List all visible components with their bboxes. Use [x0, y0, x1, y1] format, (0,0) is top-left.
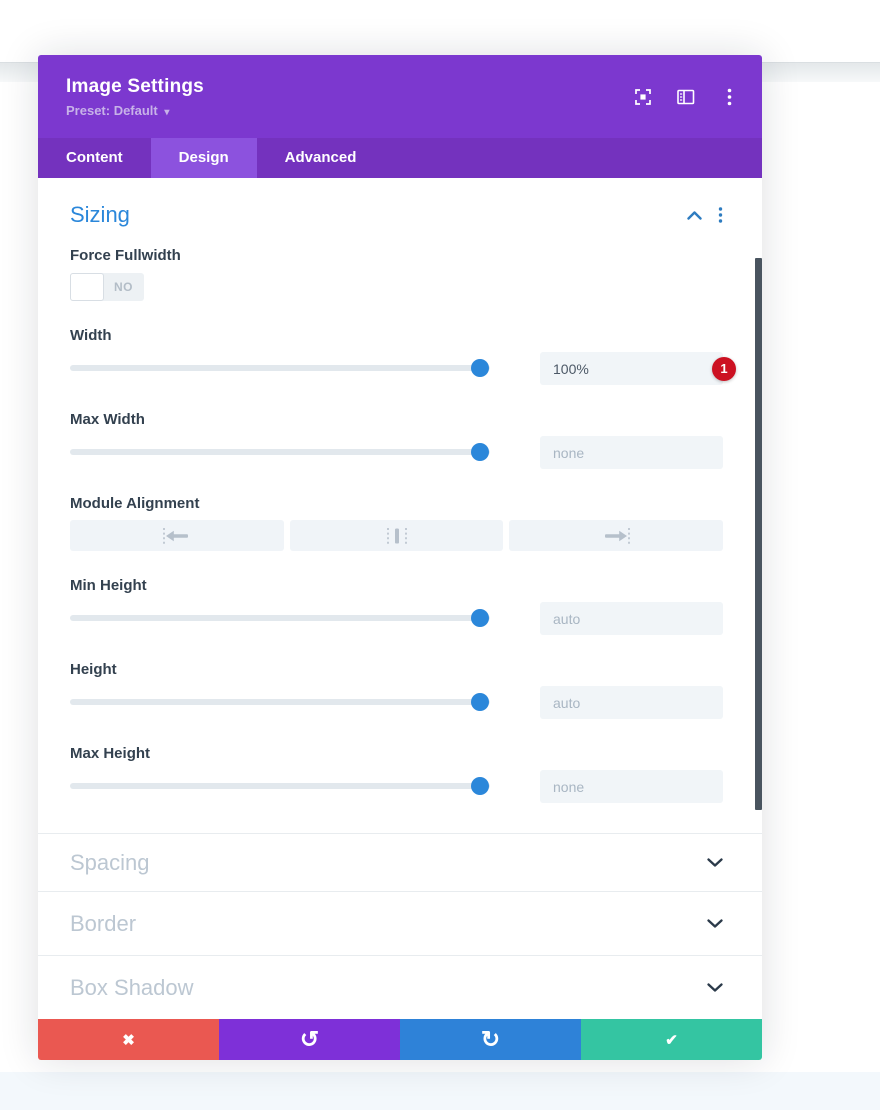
module-alignment-buttons: [70, 520, 724, 551]
settings-content: Sizing Force Fullwidth NO Width 100% 1 M…: [38, 178, 762, 1060]
height-label: Height: [70, 661, 117, 678]
modal-footer: ✖ ↺ ↻ ✔: [38, 1019, 762, 1060]
height-field: [70, 686, 723, 719]
slider-track[interactable]: [70, 449, 490, 455]
min-height-input[interactable]: [540, 602, 723, 635]
slider-track[interactable]: [70, 365, 490, 371]
width-slider[interactable]: [70, 352, 490, 385]
slider-track[interactable]: [70, 783, 490, 789]
box-shadow-title: Box Shadow: [70, 974, 194, 1000]
border-title: Border: [70, 910, 137, 936]
collapse-chevron-up-icon[interactable]: [687, 210, 702, 220]
border-section-header[interactable]: Border: [38, 891, 762, 955]
max-width-input[interactable]: [540, 436, 723, 469]
force-fullwidth-label: Force Fullwidth: [70, 247, 181, 264]
image-settings-modal: Image Settings Preset: Default ▾ Content…: [38, 55, 762, 1060]
tab-advanced[interactable]: Advanced: [257, 138, 385, 178]
max-width-slider[interactable]: [70, 436, 490, 469]
toggle-knob[interactable]: [70, 273, 104, 301]
toggle-state-label: NO: [114, 280, 133, 294]
chevron-down-icon: [707, 983, 723, 992]
undo-button[interactable]: ↺: [219, 1019, 400, 1060]
discard-button[interactable]: ✖: [38, 1019, 219, 1060]
max-height-slider[interactable]: [70, 770, 490, 803]
align-right-button[interactable]: [509, 520, 724, 551]
width-label: Width: [70, 327, 112, 344]
modal-scrollbar[interactable]: [755, 258, 762, 810]
max-height-label: Max Height: [70, 745, 151, 762]
slider-track[interactable]: [70, 699, 490, 705]
modal-title: Image Settings: [66, 75, 204, 97]
align-left-button[interactable]: [70, 520, 284, 551]
max-width-label: Max Width: [70, 411, 145, 428]
checkmark-icon: ✔: [665, 1031, 678, 1049]
min-height-field: [70, 602, 723, 635]
split-view-icon[interactable]: [677, 88, 695, 106]
width-field: 1: [70, 352, 736, 385]
modal-header: Image Settings Preset: Default ▾: [38, 55, 762, 138]
header-icons: [634, 88, 738, 106]
tab-content[interactable]: Content: [38, 138, 151, 178]
align-center-icon: [380, 526, 414, 546]
height-input[interactable]: [540, 686, 723, 719]
slider-handle[interactable]: [470, 693, 489, 711]
chevron-down-icon: [707, 919, 723, 928]
tab-bar: Content Design Advanced: [38, 138, 762, 178]
section-options-dots-icon[interactable]: [718, 207, 723, 223]
save-button[interactable]: ✔: [581, 1019, 762, 1060]
max-height-input[interactable]: [540, 770, 723, 803]
zoom-module-icon[interactable]: [634, 88, 652, 106]
sizing-section-header[interactable]: Sizing: [70, 200, 723, 230]
align-center-button[interactable]: [289, 520, 504, 551]
chevron-down-icon: [707, 858, 723, 867]
width-input[interactable]: [540, 352, 723, 385]
preset-label: Preset: Default: [66, 102, 158, 118]
more-menu-icon[interactable]: [720, 88, 738, 106]
min-height-label: Min Height: [70, 577, 147, 594]
page-background-band-bottom: [0, 1072, 880, 1110]
slider-handle[interactable]: [470, 777, 489, 795]
max-height-field: [70, 770, 723, 803]
sizing-title: Sizing: [70, 202, 130, 227]
height-slider[interactable]: [70, 686, 490, 719]
tab-design[interactable]: Design: [150, 138, 257, 178]
slider-handle[interactable]: [470, 359, 489, 377]
modal-header-text: Image Settings Preset: Default ▾: [66, 76, 204, 118]
slider-handle[interactable]: [470, 609, 489, 627]
force-fullwidth-toggle[interactable]: NO: [70, 273, 144, 301]
preset-selector[interactable]: Preset: Default ▾: [66, 103, 204, 118]
module-alignment-label: Module Alignment: [70, 495, 200, 512]
undo-icon: ↺: [299, 1026, 320, 1052]
max-width-field: [70, 436, 723, 469]
step-badge: 1: [712, 356, 736, 381]
spacing-section-header[interactable]: Spacing: [38, 833, 762, 891]
spacing-title: Spacing: [70, 849, 150, 875]
redo-button[interactable]: ↻: [400, 1019, 581, 1060]
box-shadow-section-header[interactable]: Box Shadow: [38, 955, 762, 1019]
align-left-icon: [160, 526, 194, 546]
min-height-slider[interactable]: [70, 602, 490, 635]
redo-icon: ↻: [480, 1026, 501, 1052]
align-right-icon: [599, 526, 633, 546]
preset-caret-icon: ▾: [164, 106, 170, 118]
close-x-icon: ✖: [122, 1031, 135, 1049]
slider-track[interactable]: [70, 615, 490, 621]
slider-handle[interactable]: [470, 443, 489, 461]
